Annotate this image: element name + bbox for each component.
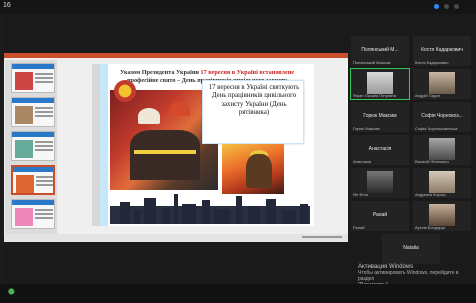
thumb-image (16, 175, 34, 193)
shared-screen-powerpoint: Указом Президента України 17 вересня в У… (4, 53, 348, 242)
participant-tile-video[interactable]: Василій Філіпович (413, 135, 471, 165)
meeting-top-bar: 16 (0, 0, 476, 14)
fire-photo (222, 144, 284, 194)
participant-caption: Костя Кадаркович (415, 60, 449, 65)
participant-tile-video[interactable]: Артем Бондарук (413, 201, 471, 231)
participant-caption: Андріана Корогр (415, 192, 446, 197)
participant-video (367, 171, 393, 193)
thumb-lines (35, 73, 53, 75)
participant-caption: Василій Філіпович (415, 159, 449, 164)
slide-thumbnail[interactable] (11, 199, 55, 229)
slide-thumbnail[interactable] (11, 131, 55, 161)
slide-title-highlight: 17 вересня в Україні встановлене (200, 69, 295, 76)
participant-video (429, 171, 455, 193)
participant-tile-video[interactable]: Андрій Тидин (413, 69, 471, 99)
participant-caption: Ян Фітю (353, 192, 368, 197)
participant-tile[interactable]: Софія Чорнокоз... Софія Чорнокозинська (413, 102, 471, 132)
participant-tile[interactable]: Полянський М... Полянський Максим (351, 36, 409, 66)
participant-tile[interactable]: Горюк Максим Горюк Максим (351, 102, 409, 132)
participant-name: Полянський М... (361, 47, 399, 53)
participant-tile[interactable]: Костя Кадаркович Костя Кадаркович (413, 36, 471, 66)
slide-title-prefix: Указом Президента України (119, 69, 201, 76)
thumb-image (15, 72, 33, 90)
participant-caption: Фіран Оксана Петрівна (353, 93, 396, 98)
slide-thumbnail-selected[interactable] (11, 165, 55, 195)
thumb-bar (12, 98, 54, 103)
city-skyline-image (110, 194, 310, 224)
participant-tile[interactable]: Ранай Ранай (351, 201, 409, 231)
slide-callout-text: 17 вересня в Україні святкують День прац… (208, 84, 300, 117)
shield-icon[interactable]: ⬤ (8, 288, 15, 295)
firefighter-shape (130, 130, 200, 180)
thumb-image (15, 106, 33, 124)
slide-thumbnails-pane[interactable] (5, 60, 57, 236)
participant-tile-video[interactable]: Андріана Корогр (413, 168, 471, 198)
thumb-lines (35, 141, 53, 143)
participant-name: Natalia (403, 245, 419, 251)
participant-caption: Полянський Максим (353, 60, 391, 65)
ppt-status-bar (4, 234, 348, 242)
participant-tile-video[interactable]: Ян Фітю (351, 168, 409, 198)
participant-name: Анастасія (368, 146, 392, 152)
firefighter-shape (246, 154, 272, 188)
participant-caption: Ранай (353, 225, 365, 230)
participant-tile[interactable]: Анастасія Анастасія (351, 135, 409, 165)
civil-protection-emblem-icon (114, 80, 136, 102)
helmet-shape (170, 102, 190, 116)
participant-caption: Артем Бондарук (415, 225, 446, 230)
thumb-bar (13, 167, 53, 172)
fullscreen-icon[interactable] (454, 4, 459, 9)
participant-tile[interactable]: Natalia (382, 234, 440, 264)
thumb-lines (35, 209, 53, 211)
participant-name: Ранай (372, 212, 388, 218)
participant-tile-video[interactable]: Фіран Оксана Петрівна (350, 68, 410, 100)
participant-caption: Андрій Тидин (415, 93, 440, 98)
participant-caption: Софія Чорнокозинська (415, 126, 458, 131)
slide-thumbnail[interactable] (11, 63, 55, 93)
meeting-toolbar: ⬤ (0, 284, 476, 303)
participant-video (367, 72, 393, 94)
thumb-bar (12, 200, 54, 205)
thumb-bar (12, 64, 54, 69)
grid-view-icon[interactable] (444, 4, 449, 9)
activation-line1: Чтобы активировать Windows, перейдите в … (358, 270, 459, 282)
status-dot-icon[interactable] (434, 4, 439, 9)
participant-video (429, 72, 455, 94)
participants-gallery: Полянський М... Полянський Максим Костя … (350, 36, 475, 266)
window-indicator: 16 (3, 2, 11, 9)
thumb-image (15, 208, 33, 226)
reflective-stripe (134, 150, 196, 154)
participant-video (429, 204, 455, 226)
current-slide: Указом Президента України 17 вересня в У… (92, 64, 314, 226)
participant-name: Горюк Максим (363, 113, 397, 119)
participant-caption: Горюк Максим (353, 126, 380, 131)
helmet-shape (138, 108, 160, 124)
ppt-ribbon (4, 53, 348, 58)
zoom-slider[interactable] (302, 236, 342, 238)
thumb-bar (12, 132, 54, 137)
slide-callout-box: 17 вересня в Україні святкують День прац… (202, 80, 304, 144)
participant-name: Костя Кадаркович (421, 47, 463, 53)
slide-thumbnail[interactable] (11, 97, 55, 127)
thumb-lines (35, 107, 53, 109)
participant-caption: Анастасія (353, 159, 372, 164)
participant-video (429, 138, 455, 160)
thumb-lines (36, 176, 53, 178)
thumb-image (15, 140, 33, 158)
participant-name: Софія Чорнокоз... (421, 113, 463, 119)
